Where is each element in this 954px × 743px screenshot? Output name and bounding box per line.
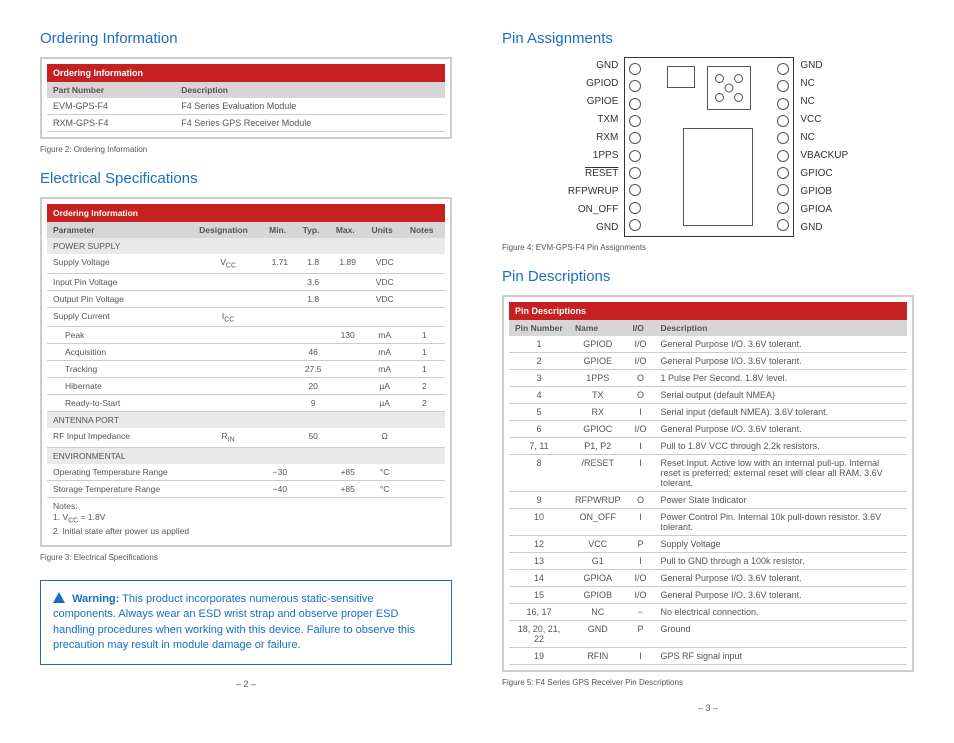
pin-pad	[777, 184, 789, 196]
table-row: 10ON_OFFIPower Control Pin. Internal 10k…	[509, 509, 907, 536]
module-block	[683, 128, 753, 226]
pin-pad	[777, 132, 789, 144]
pin-assignments-heading: Pin Assignments	[502, 30, 914, 47]
table-row: 15GPIOBI/OGeneral Purpose I/O. 3.6V tole…	[509, 587, 907, 604]
table-row: 31PPSO1 Pulse Per Second. 1.8V level.	[509, 370, 907, 387]
figure-caption: Figure 2: Ordering Information	[40, 145, 452, 154]
pin-pad	[629, 132, 641, 144]
pin-label: GPIOC	[800, 165, 848, 183]
pin-descriptions-table: Pin Descriptions Pin Number Name I/O Des…	[502, 295, 914, 672]
table-row: 8/RESETIReset Input. Active low with an …	[509, 455, 907, 492]
table-title: Pin Descriptions	[509, 302, 907, 320]
pin-label: GND	[568, 57, 619, 75]
col-header: Description	[175, 82, 445, 98]
connector-block	[707, 66, 751, 110]
pin-label: GPIOA	[800, 201, 848, 219]
sub-block	[667, 66, 695, 88]
pin-label: VBACKUP	[800, 147, 848, 165]
chip-outline	[624, 57, 794, 237]
elec-heading: Electrical Specifications	[40, 170, 452, 187]
table-row: 14GPIOAI/OGeneral Purpose I/O. 3.6V tole…	[509, 570, 907, 587]
table-title: Ordering Information	[47, 204, 445, 222]
pin-label: RXM	[568, 129, 619, 147]
pin-pad	[777, 219, 789, 231]
pin-label: ON_OFF	[568, 201, 619, 219]
pin-pad	[777, 115, 789, 127]
table-row: 13G1IPull to GND through a 100k resistor…	[509, 553, 907, 570]
table-row: 9RFPWRUPOPower State Indicator	[509, 492, 907, 509]
table-row: EVM-GPS-F4 F4 Series Evaluation Module	[47, 98, 445, 115]
page-number: – 3 –	[502, 703, 914, 713]
col-header: Part Number	[47, 82, 175, 98]
table-row: 7, 11P1, P2IPull to 1.8V VCC through 2.2…	[509, 438, 907, 455]
table-title: Ordering Information	[47, 64, 445, 82]
ordering-table: Ordering Information Part Number Descrip…	[40, 57, 452, 139]
pin-pad	[629, 167, 641, 179]
table-row: 5RXISerial input (default NMEA). 3.6V to…	[509, 404, 907, 421]
pin-pad	[629, 150, 641, 162]
pin-pad	[629, 80, 641, 92]
pin-label: GPIOD	[568, 75, 619, 93]
pin-label: NC	[800, 75, 848, 93]
table-row: 12VCCPSupply Voltage	[509, 536, 907, 553]
pin-pad	[629, 115, 641, 127]
table-row: 6GPIOCI/OGeneral Purpose I/O. 3.6V toler…	[509, 421, 907, 438]
figure-caption: Figure 5: F4 Series GPS Receiver Pin Des…	[502, 678, 914, 687]
ordering-heading: Ordering Information	[40, 30, 452, 47]
pin-label: GPIOB	[800, 183, 848, 201]
pin-pad	[777, 80, 789, 92]
table-notes: Notes:1. VCC = 1.8V2. Initial state afte…	[47, 498, 445, 540]
pin-label: GND	[568, 219, 619, 237]
pin-label: NC	[800, 93, 848, 111]
pin-diagram: GNDGPIODGPIOETXMRXM1PPSRESETRFPWRUPON_OF…	[502, 57, 914, 237]
pin-label: RFPWRUP	[568, 183, 619, 201]
pin-pad	[777, 167, 789, 179]
pin-label: 1PPS	[568, 147, 619, 165]
table-row: 16, 17NC−No electrical connection.	[509, 604, 907, 621]
figure-caption: Figure 4: EVM-GPS-F4 Pin Assignments	[502, 243, 914, 252]
pin-label: GND	[800, 57, 848, 75]
pin-label: RESET	[568, 165, 619, 183]
pin-pad	[777, 150, 789, 162]
pin-label: NC	[800, 129, 848, 147]
warning-box: Warning: This product incorporates numer…	[40, 580, 452, 665]
pin-pad	[629, 98, 641, 110]
elec-table: Ordering Information Parameter Designati…	[40, 197, 452, 547]
table-row: 1GPIODI/OGeneral Purpose I/O. 3.6V toler…	[509, 336, 907, 353]
warning-label: Warning:	[72, 593, 119, 605]
page-number: – 2 –	[40, 679, 452, 689]
table-row: RXM-GPS-F4 F4 Series GPS Receiver Module	[47, 115, 445, 132]
pin-label: TXM	[568, 111, 619, 129]
table-row: 2GPIOEI/OGeneral Purpose I/O. 3.6V toler…	[509, 353, 907, 370]
figure-caption: Figure 3: Electrical Specifications	[40, 553, 452, 562]
pin-label: GPIOE	[568, 93, 619, 111]
pin-pad	[629, 63, 641, 75]
pin-pad	[777, 202, 789, 214]
pin-pad	[777, 63, 789, 75]
table-row: 19RFINIGPS RF signal input	[509, 648, 907, 665]
pin-pad	[629, 219, 641, 231]
esd-icon	[53, 592, 65, 603]
pin-pad	[629, 184, 641, 196]
table-row: 4TXOSerial output (default NMEA)	[509, 387, 907, 404]
pin-pad	[777, 98, 789, 110]
pin-label: GND	[800, 219, 848, 237]
table-row: 18, 20, 21, 22GNDPGround	[509, 621, 907, 648]
pin-pad	[629, 202, 641, 214]
pin-descriptions-heading: Pin Descriptions	[502, 268, 914, 285]
pin-label: VCC	[800, 111, 848, 129]
